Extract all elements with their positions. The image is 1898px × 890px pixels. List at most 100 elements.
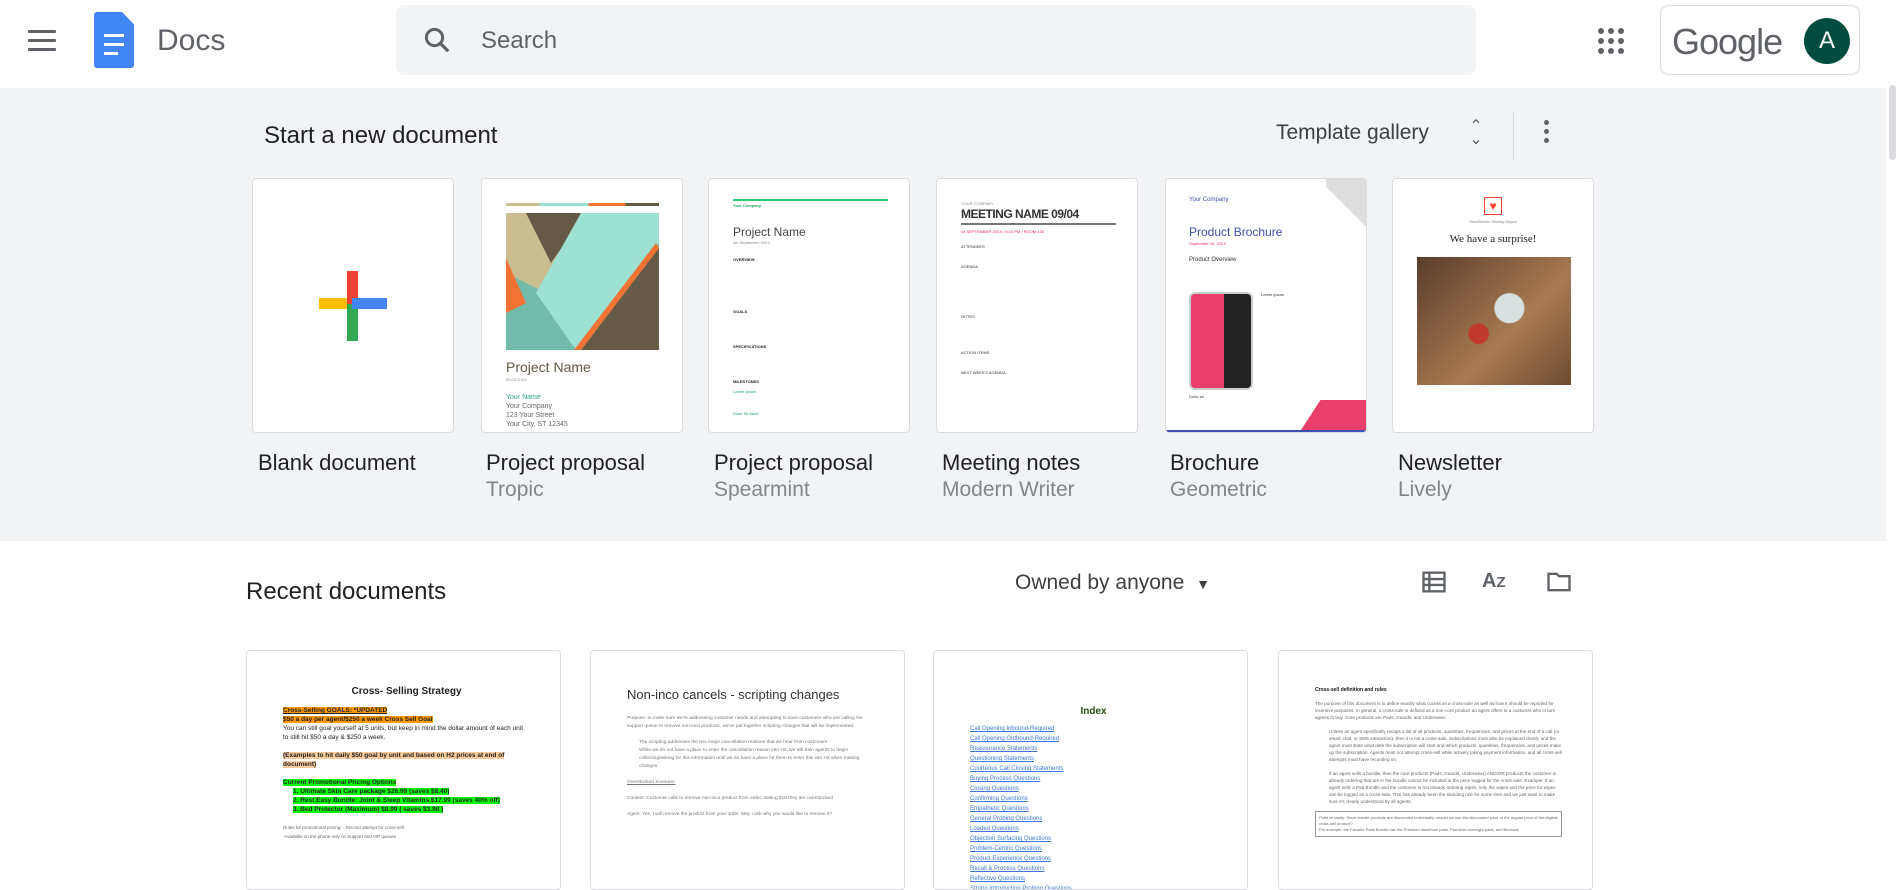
doc-line: The scripting addresses the two major ca… — [639, 740, 828, 745]
scrollbar[interactable] — [1889, 85, 1896, 160]
preview-subhead: Lorem Ipsum — [733, 389, 757, 394]
preview-line: Your Company — [506, 403, 553, 410]
index-link[interactable]: Loaded Questions — [970, 824, 1217, 834]
folder-icon[interactable] — [1544, 568, 1574, 596]
phone-image — [1189, 292, 1253, 390]
index-link[interactable]: Questioning Statements — [970, 754, 1217, 764]
doc-line: Overstocked Scenario: — [627, 780, 676, 785]
template-gallery-button[interactable]: Template gallery — [1276, 121, 1429, 145]
start-new-heading: Start a new document — [264, 122, 498, 149]
preview-name: Your Name — [506, 394, 541, 401]
template-subtitle: Lively — [1398, 478, 1452, 501]
divider — [1513, 112, 1514, 160]
template-brochure[interactable]: Your Company Product Brochure September … — [1165, 178, 1367, 433]
index-link[interactable]: Empathetic Questions — [970, 804, 1217, 814]
index-link[interactable]: Confirming Questions — [970, 794, 1217, 804]
index-link[interactable]: Buying Process Questions — [970, 774, 1217, 784]
template-subtitle: Modern Writer — [942, 478, 1075, 501]
preview-heading: We have a surprise! — [1449, 233, 1537, 245]
preview-heading: Project Name — [506, 359, 591, 375]
cover-image — [506, 213, 659, 350]
search-icon[interactable] — [422, 25, 452, 55]
preview-section: Product Overview — [1189, 257, 1237, 263]
template-newsletter[interactable]: ♥ HeartWorks Weekly Digest We have a sur… — [1392, 178, 1594, 433]
index-link[interactable]: Reassurance Statements — [970, 744, 1217, 754]
index-link[interactable]: Courteous Call Closing Statements — [970, 764, 1217, 774]
doc-line: If an agent sells a bundle, then the cor… — [1329, 771, 1556, 804]
doc-line: Rules for promotional pricing: - Second … — [283, 825, 404, 830]
newsletter-photo — [1417, 257, 1571, 385]
doc-title: Cross- Selling Strategy — [351, 686, 462, 697]
more-options-icon[interactable] — [1544, 120, 1550, 147]
index-link[interactable]: Strong Introduction Probing Questions — [970, 884, 1217, 889]
preview-line: 123 Your Street — [506, 412, 555, 419]
recent-doc-cross-selling-strategy[interactable]: Cross- Selling Strategy Cross-Selling GO… — [246, 650, 561, 890]
index-link[interactable]: Recall & Process Questions — [970, 864, 1217, 874]
template-meeting-notes[interactable]: YOUR COMPANY MEETING NAME 09/04 04 SEPTE… — [936, 178, 1138, 433]
preview-section: OVERVIEW — [733, 257, 755, 262]
preview-heading: MEETING NAME 09/04 — [961, 207, 1079, 221]
doc-line: Unless an agent specifically recaps a li… — [1329, 729, 1562, 762]
index-link[interactable]: Product Experience Questions — [970, 854, 1217, 864]
doc-title: Index — [1080, 706, 1107, 717]
recent-doc-non-inco-cancels[interactable]: Non-inco cancels - scripting changes Pur… — [590, 650, 905, 890]
preview-date: September 04, 20XX — [1189, 241, 1227, 246]
main-menu-icon[interactable] — [28, 30, 56, 52]
doc-line: Agent: Yes, I will remove the product fr… — [627, 812, 833, 817]
app-title[interactable]: Docs — [157, 24, 225, 58]
preview-company: Your Company — [733, 203, 762, 208]
owner-filter-label: Owned by anyone — [1015, 571, 1185, 594]
index-link[interactable]: Call Opening Inbound-Required — [970, 724, 1217, 734]
recent-doc-cross-sell-definition[interactable]: Cross-sell definition and rules The purp… — [1278, 650, 1593, 890]
preview-line: Your City, ST 12345 — [506, 421, 568, 428]
search-input[interactable]: Search — [396, 5, 1476, 75]
template-title[interactable]: Project proposal — [714, 450, 873, 476]
index-link[interactable]: Closing Questions — [970, 784, 1217, 794]
index-link[interactable]: Problem-Centric Questions — [970, 844, 1217, 854]
doc-title: Cross-sell definition and rules — [1315, 687, 1387, 693]
preview-section: Dolor sit — [1189, 394, 1204, 399]
doc-line: $50 a day per agent/$250 a week Cross Se… — [283, 716, 433, 723]
template-title[interactable]: Project proposal — [486, 450, 645, 476]
doc-line: Context: Customer calls to remove non-in… — [627, 796, 833, 801]
sort-az-icon[interactable]: AZ — [1482, 566, 1506, 598]
index-link[interactable]: Objection Surfacing Questions — [970, 834, 1217, 844]
doc-line: Cross-Selling GOALS: *UPDATED — [283, 707, 388, 714]
preview-section: SPECIFICATIONS — [733, 344, 767, 349]
apps-grid-icon[interactable] — [1598, 28, 1624, 54]
preview-subhead: Dolor Sit Amet — [733, 411, 759, 416]
index-link[interactable]: Reflective Questions — [970, 874, 1217, 884]
docs-logo-icon[interactable] — [94, 12, 134, 68]
index-link[interactable]: Call Opening Outbound-Required — [970, 734, 1217, 744]
owner-filter-dropdown[interactable]: Owned by anyone ▼ — [1015, 571, 1210, 595]
index-link[interactable]: General Probing Questions — [970, 814, 1217, 824]
template-blank-document[interactable] — [252, 178, 454, 433]
preview-section: GOALS — [733, 309, 748, 314]
caret-down-icon: ▼ — [1196, 576, 1210, 592]
doc-line: -Available on the phone only on Support … — [283, 834, 397, 839]
google-logo: Google — [1672, 21, 1783, 62]
doc-line: For example, the Favorite Pads Bundle ha… — [1319, 827, 1520, 832]
template-subtitle: Geometric — [1170, 478, 1267, 501]
expand-collapse-icon[interactable]: ⌃ ⌄ — [1468, 119, 1484, 148]
template-project-proposal-spearmint[interactable]: Your Company Project Name 4th September … — [708, 178, 910, 433]
preview-section: NEXT WEEK'S AGENDA — [961, 370, 1006, 375]
template-project-proposal-tropic[interactable]: Project Name 09.04.20XX Your Name Your C… — [481, 178, 683, 433]
doc-line: The purpose of this document is to defin… — [1315, 701, 1556, 720]
list-view-icon[interactable] — [1420, 568, 1448, 596]
preview-heading: Project Name — [733, 225, 806, 239]
template-subtitle: Spearmint — [714, 478, 810, 501]
doc-line: 2. Rest Easy Bundle: Joint & Sleep Vitam… — [293, 797, 500, 804]
avatar[interactable]: A — [1804, 18, 1850, 64]
account-button[interactable]: Google A — [1660, 5, 1860, 75]
template-title[interactable]: Meeting notes — [942, 450, 1080, 476]
template-title[interactable]: Brochure — [1170, 450, 1259, 476]
template-title[interactable]: Newsletter — [1398, 450, 1502, 476]
doc-line: Point of clarity: Since bundle products … — [1319, 815, 1558, 826]
template-title[interactable]: Blank document — [258, 450, 416, 476]
recent-doc-index[interactable]: Index Call Opening Inbound-Required Call … — [933, 650, 1248, 890]
preview-subhead: Lorem ipsum — [1261, 292, 1285, 297]
preview-section: MILESTONES — [733, 379, 759, 384]
preview-section: AGENDA — [961, 264, 978, 269]
preview-section: ATTENDEES — [961, 244, 985, 249]
